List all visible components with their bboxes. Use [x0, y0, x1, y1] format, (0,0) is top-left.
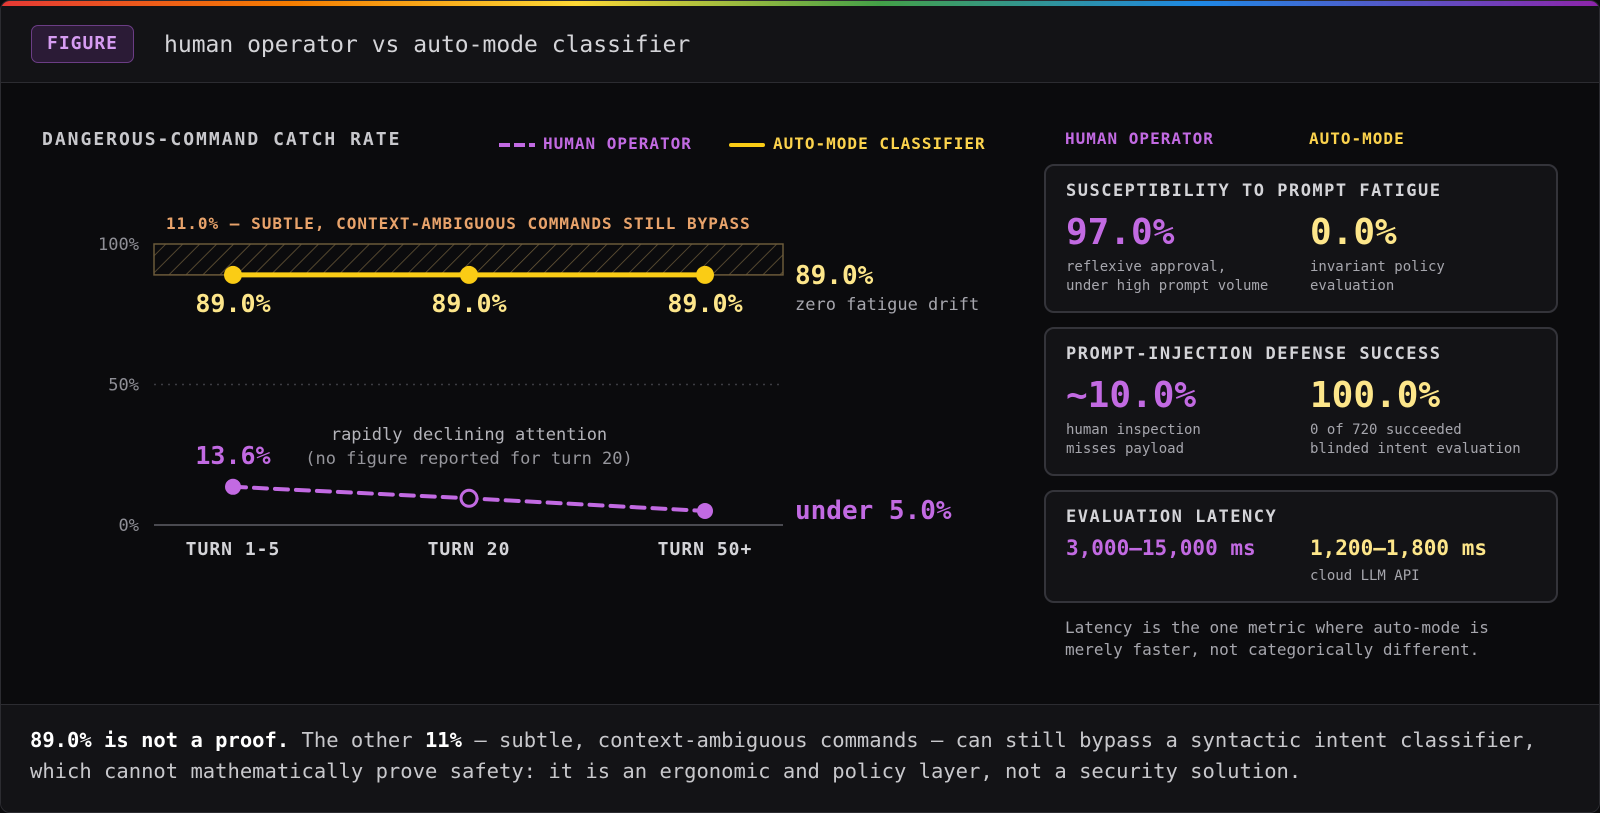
bypass-band-label: 11.0% — SUBTLE, CONTEXT-AMBIGUOUS COMMAN…: [166, 214, 751, 233]
fatigue-human-desc: reflexive approval, under high prompt vo…: [1066, 258, 1268, 296]
auto-data-point: [460, 265, 478, 284]
human-end-value: under 5.0%: [795, 496, 952, 526]
y-tick-label: 100%: [98, 235, 139, 255]
injection-human-desc-line-2: misses payload: [1066, 441, 1185, 457]
fatigue-auto-value: 0.0%: [1310, 212, 1397, 253]
injection-card-title: PROMPT-INJECTION DEFENSE SUCCESS: [1066, 344, 1442, 364]
x-category-label: TURN 1-5: [186, 539, 281, 560]
auto-end-value: 89.0%: [795, 261, 874, 291]
y-tick-label: 50%: [108, 376, 139, 396]
figure-caption: 89.0% is not a proof. The other 11% — su…: [1, 704, 1599, 812]
latency-footnote: Latency is the one metric where auto-mod…: [1065, 618, 1489, 659]
human-decline-note: rapidly declining attention: [331, 425, 607, 445]
human-missing-data-note: (no figure reported for turn 20): [305, 449, 633, 469]
y-tick-label: 0%: [119, 516, 139, 536]
x-category-label: TURN 50+: [658, 539, 753, 560]
latency-card-title: EVALUATION LATENCY: [1066, 507, 1278, 527]
fatigue-human-value: 97.0%: [1066, 212, 1175, 253]
injection-human-value: ~10.0%: [1066, 375, 1197, 416]
injection-card: PROMPT-INJECTION DEFENSE SUCCESS ~10.0% …: [1044, 327, 1558, 476]
latency-card: EVALUATION LATENCY 3,000–15,000 ms 1,200…: [1044, 490, 1558, 603]
auto-end-note: zero fatigue drift: [795, 295, 979, 315]
human-data-point-unreported: [459, 488, 479, 508]
figure-frame: FIGURE human operator vs auto-mode class…: [0, 0, 1600, 813]
latency-auto-desc: cloud LLM API: [1310, 568, 1420, 584]
caption-text-1: The other: [289, 728, 425, 752]
human-data-label: 13.6%: [195, 441, 270, 470]
caption-bold-2: 11%: [424, 728, 462, 752]
fatigue-auto-desc-line-2: evaluation: [1310, 278, 1395, 294]
fatigue-auto-desc: invariant policy evaluation: [1310, 258, 1445, 296]
fatigue-card-title: SUSCEPTIBILITY TO PROMPT FATIGUE: [1066, 181, 1442, 201]
caption-text: 89.0% is not a proof. The other 11% — su…: [30, 725, 1575, 787]
injection-auto-desc: 0 of 720 succeeded blinded intent evalua…: [1310, 421, 1521, 459]
injection-human-desc: human inspection misses payload: [1066, 421, 1201, 459]
catch-rate-chart: 0% 50% 100% TURN 1-5 TURN 20 TURN 50+ 13.6% 89…: [98, 214, 979, 560]
injection-human-desc-line-1: human inspection: [1066, 422, 1201, 438]
human-data-point: [225, 478, 241, 495]
auto-data-label: 89.0%: [195, 289, 270, 318]
injection-auto-desc-line-2: blinded intent evaluation: [1310, 441, 1521, 457]
human-data-point: [697, 502, 713, 519]
latency-auto-value: 1,200–1,800 ms: [1310, 536, 1488, 560]
column-header-auto: AUTO-MODE: [1309, 129, 1405, 148]
fatigue-human-desc-line-2: under high prompt volume: [1066, 278, 1269, 294]
fatigue-card: SUSCEPTIBILITY TO PROMPT FATIGUE 97.0% 0…: [1044, 164, 1558, 313]
injection-auto-value: 100.0%: [1310, 375, 1441, 416]
fatigue-auto-desc-line-1: invariant policy: [1310, 259, 1445, 275]
caption-bold-1: 89.0% is not a proof.: [30, 728, 290, 752]
latency-human-value: 3,000–15,000 ms: [1066, 536, 1256, 560]
auto-data-label: 89.0%: [667, 289, 742, 318]
auto-data-point: [696, 265, 714, 284]
x-category-label: TURN 20: [428, 539, 511, 560]
auto-data-point: [224, 265, 242, 284]
injection-auto-desc-line-1: 0 of 720 succeeded: [1310, 422, 1462, 438]
auto-data-label: 89.0%: [431, 289, 506, 318]
column-header-human: HUMAN OPERATOR: [1065, 129, 1214, 148]
fatigue-human-desc-line-1: reflexive approval,: [1066, 259, 1227, 275]
